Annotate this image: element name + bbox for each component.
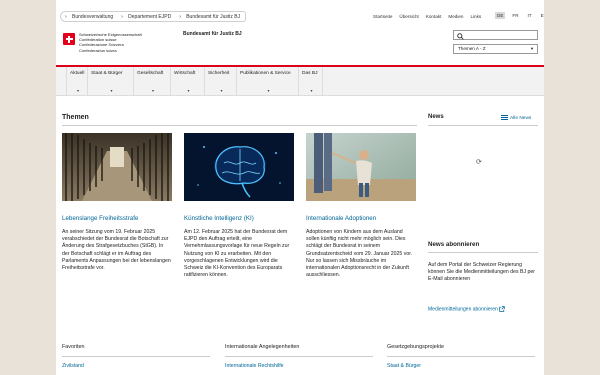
topics-divider (62, 125, 417, 126)
confederation-logo[interactable]: Schweizerische Eidgenossenschaft Confédé… (63, 32, 142, 53)
utility-nav: Startseite Übersicht Kontakt Medien Link… (373, 14, 481, 19)
top-bar: › Bundesverwaltung › Departement EJPD › Bun… (56, 0, 544, 28)
adult-child-image[interactable] (306, 133, 416, 201)
all-news-link[interactable]: Alle News (501, 115, 531, 121)
topic-card-text: Am 12. Februar 2025 hat der Bundesrat de… (184, 229, 290, 279)
nav-item-aktuell[interactable]: Aktuell ▾ (66, 67, 88, 95)
language-en[interactable]: EN (539, 12, 544, 19)
topic-card-title[interactable]: Internationale Adoptionen (306, 215, 416, 223)
breadcrumb-item-department[interactable]: › Departement EJPD (117, 11, 178, 22)
utility-link-links[interactable]: Links (470, 14, 481, 19)
prison-corridor-image[interactable] (62, 133, 172, 201)
footer-link[interactable]: Zivilstand (62, 363, 210, 369)
loading-spinner-icon: ⟳ (476, 159, 482, 166)
breadcrumb-item-federal-admin[interactable]: › Bundesverwaltung (60, 11, 120, 22)
footer-link[interactable]: Internationale Rechtshilfe (225, 363, 373, 369)
utility-link-media[interactable]: Medien (448, 14, 463, 19)
chevron-down-icon: ▾ (152, 88, 155, 93)
footer-favorites: Favoriten Zivilstand (62, 344, 210, 369)
swiss-flag-icon (63, 33, 75, 45)
chevron-down-icon: ▾ (220, 88, 223, 93)
footer-divider (225, 356, 373, 357)
language-de[interactable]: DE (495, 12, 506, 19)
subscribe-heading: News abonnieren (428, 241, 480, 248)
agency-title: Bundesamt für Justiz BJ (183, 31, 242, 37)
nav-item-wirtschaft[interactable]: Wirtschaft ▾ (171, 67, 205, 95)
chevron-right-icon: › (65, 14, 67, 20)
footer-heading: Internationale Angelegenheiten (225, 344, 300, 350)
confederation-name: Schweizerische Eidgenossenschaft Confédé… (79, 32, 142, 53)
nav-item-das-bj[interactable]: Das BJ ▾ (299, 67, 323, 95)
chevron-down-icon: ▼ (530, 46, 534, 51)
nav-item-sicherheit[interactable]: Sicherheit ▾ (205, 67, 237, 95)
footer-divider (387, 356, 535, 357)
nav-item-gesellschaft[interactable]: Gesellschaft ▾ (134, 67, 171, 95)
topic-card-text: An seiner Sitzung vom 19. Februar 2025 v… (62, 229, 171, 272)
breadcrumb: › Bundesverwaltung › Departement EJPD › Bun… (60, 11, 247, 22)
list-icon (501, 115, 508, 120)
language-switcher: DE FR IT EN (495, 12, 544, 19)
nav-item-staat-buerger[interactable]: Staat & Bürger ▾ (88, 67, 134, 95)
language-it[interactable]: IT (526, 12, 534, 19)
footer-heading: Gesetzgebungsprojekte (387, 344, 444, 350)
digital-brain-image[interactable] (184, 133, 294, 201)
topic-card-adoptions: Internationale Adoptionen Adoptionen von… (306, 133, 416, 279)
language-fr[interactable]: FR (510, 12, 520, 19)
footer-heading: Favoriten (62, 344, 85, 350)
main-nav: Aktuell ▾ Staat & Bürger ▾ Gesellschaft ▾ W… (56, 67, 544, 96)
chevron-down-icon: ▾ (187, 88, 190, 93)
chevron-down-icon: ▾ (77, 88, 80, 93)
breadcrumb-item-office[interactable]: › Bundesamt für Justiz BJ (175, 11, 247, 22)
footer-divider (62, 356, 210, 357)
utility-link-home[interactable]: Startseite (373, 14, 392, 19)
footer-legislation: Gesetzgebungsprojekte Staat & Bürger (387, 344, 535, 369)
topics-heading: Themen (62, 114, 89, 121)
news-heading: News (428, 114, 444, 120)
topic-card-ai: Künstliche Intelligenz (KI) Am 12. Febru… (184, 133, 294, 279)
topic-select[interactable]: Themen A - Z ▼ (453, 44, 538, 54)
external-link-icon (499, 306, 505, 312)
search-input[interactable] (453, 30, 538, 40)
utility-link-overview[interactable]: Übersicht (399, 14, 418, 19)
topic-card-text: Adoptionen von Kindern aus dem Ausland s… (306, 229, 413, 279)
utility-link-contact[interactable]: Kontakt (426, 14, 442, 19)
nav-item-publikationen-service[interactable]: Publikationen & Service ▾ (237, 67, 299, 95)
subscribe-link[interactable]: Medienmitteilungen abonnieren (428, 306, 505, 312)
chevron-right-icon: › (179, 14, 181, 20)
footer-international: Internationale Angelegenheiten Internati… (225, 344, 373, 369)
topic-card-life-sentence: Lebenslange Freiheitsstrafe An seiner Si… (62, 133, 172, 272)
chevron-down-icon: ▾ (267, 88, 270, 93)
search-icon (457, 32, 464, 40)
news-divider (428, 125, 538, 126)
subscribe-text: Auf dem Portal der Schweizer Regierung k… (428, 262, 535, 283)
page: › Bundesverwaltung › Departement EJPD › Bun… (56, 0, 544, 375)
subscribe-divider (428, 252, 538, 253)
chevron-right-icon: › (121, 14, 123, 20)
chevron-down-icon: ▾ (110, 88, 113, 93)
topic-card-title[interactable]: Künstliche Intelligenz (KI) (184, 215, 294, 223)
footer-link[interactable]: Staat & Bürger (387, 363, 535, 369)
topic-card-title[interactable]: Lebenslange Freiheitsstrafe (62, 215, 172, 223)
chevron-down-icon: ▾ (310, 88, 313, 93)
